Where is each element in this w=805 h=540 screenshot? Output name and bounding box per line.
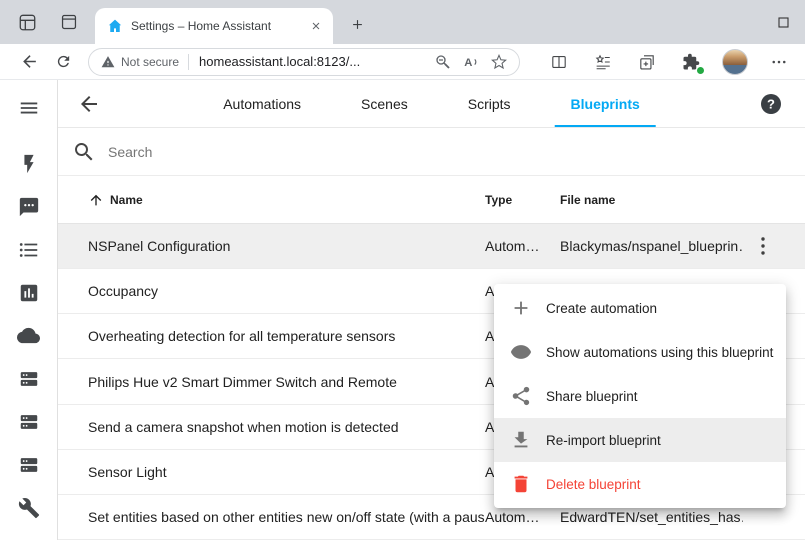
sidebar-item-server-3[interactable] [5, 443, 53, 486]
search-icon [72, 140, 96, 164]
tab-actions-icon[interactable] [54, 7, 84, 37]
column-header-file[interactable]: File name [560, 193, 743, 207]
not-secure-warning-icon[interactable] [101, 55, 115, 69]
avatar [722, 49, 748, 75]
sidebar-menu-icon[interactable] [5, 84, 53, 132]
share-icon [510, 385, 532, 407]
new-tab-button[interactable] [344, 11, 370, 37]
extensions-icon[interactable] [677, 48, 705, 76]
search-input[interactable] [108, 144, 408, 160]
eye-icon [510, 341, 532, 363]
menu-item-create-automation[interactable]: Create automation [494, 286, 786, 330]
refresh-icon[interactable] [46, 47, 80, 77]
browser-toolbar: Not secure homeassistant.local:8123/... … [0, 44, 805, 80]
zoom-out-icon[interactable] [429, 50, 457, 74]
column-header-type[interactable]: Type [485, 193, 560, 207]
workspaces-icon[interactable] [12, 7, 42, 37]
ha-back-icon[interactable] [77, 92, 101, 116]
sidebar-item-logbook[interactable] [5, 185, 53, 228]
read-aloud-icon[interactable]: A [457, 50, 485, 74]
sidebar-item-server-2[interactable] [5, 400, 53, 443]
security-label: Not secure [121, 55, 179, 69]
sidebar-item-energy[interactable] [5, 142, 53, 185]
home-assistant-favicon [107, 18, 123, 34]
tab-automations[interactable]: Automations [193, 80, 331, 127]
status-green-dot [696, 66, 705, 75]
column-header-name[interactable]: Name [110, 193, 143, 207]
ha-sidebar [0, 80, 58, 540]
table-header: Name Type File name [58, 176, 805, 224]
sidebar-item-history[interactable] [5, 271, 53, 314]
delete-icon [510, 473, 532, 495]
tab-close-icon[interactable] [305, 15, 327, 37]
profile-avatar[interactable] [721, 48, 749, 76]
sort-arrow-up-icon[interactable] [88, 192, 104, 208]
split-screen-icon[interactable] [545, 48, 573, 76]
ha-tab-bar: Automations Scenes Scripts Blueprints [193, 80, 670, 127]
tab-title: Settings – Home Assistant [131, 19, 305, 33]
url-text[interactable]: homeassistant.local:8123/... [199, 54, 429, 69]
svg-text:?: ? [767, 96, 775, 111]
browser-tab[interactable]: Settings – Home Assistant [95, 8, 333, 44]
back-icon[interactable] [12, 47, 46, 77]
help-icon[interactable]: ? [759, 92, 783, 116]
table-row[interactable]: NSPanel Configuration Autom… Blackymas/n… [58, 224, 805, 269]
browser-menu-icon[interactable] [765, 48, 793, 76]
download-icon [510, 429, 532, 451]
favorites-hub-icon[interactable] [589, 48, 617, 76]
plus-icon [510, 297, 532, 319]
search-bar [58, 128, 805, 176]
sidebar-item-server-1[interactable] [5, 357, 53, 400]
sidebar-item-todo-list[interactable] [5, 228, 53, 271]
menu-item-share-blueprint[interactable]: Share blueprint [494, 374, 786, 418]
maximize-button[interactable] [778, 0, 789, 44]
collections-icon[interactable] [633, 48, 661, 76]
tab-blueprints[interactable]: Blueprints [541, 80, 670, 127]
menu-item-delete-blueprint[interactable]: Delete blueprint [494, 462, 786, 506]
ha-header: Automations Scenes Scripts Blueprints ? [58, 80, 805, 128]
sidebar-item-cloud[interactable] [5, 314, 53, 357]
row-overflow-menu-icon[interactable] [751, 234, 775, 258]
browser-titlebar: Settings – Home Assistant [0, 0, 805, 44]
svg-text:A: A [464, 56, 472, 68]
address-divider [188, 54, 189, 70]
tab-scenes[interactable]: Scenes [331, 80, 438, 127]
favorite-star-icon[interactable] [485, 50, 513, 74]
tab-scripts[interactable]: Scripts [438, 80, 541, 127]
address-bar[interactable]: Not secure homeassistant.local:8123/... … [88, 48, 520, 76]
sidebar-item-developer-tools[interactable] [5, 486, 53, 529]
blueprint-context-menu: Create automation Show automations using… [494, 284, 786, 508]
menu-item-reimport-blueprint[interactable]: Re-import blueprint [494, 418, 786, 462]
menu-item-show-automations[interactable]: Show automations using this blueprint [494, 330, 786, 374]
